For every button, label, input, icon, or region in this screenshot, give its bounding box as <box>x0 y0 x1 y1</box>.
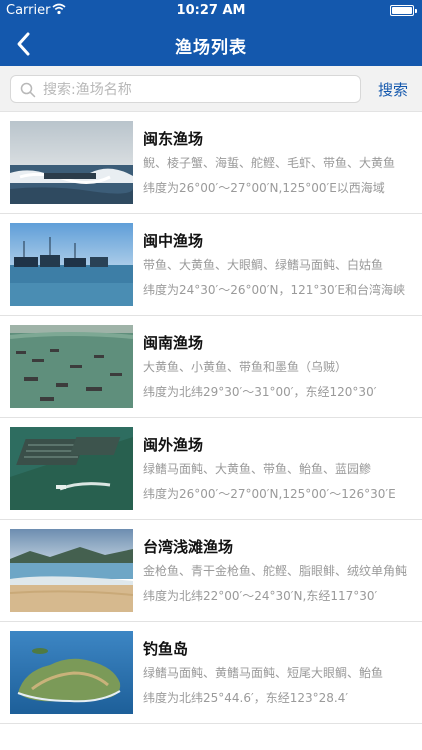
status-bar: Carrier 10:27 AM <box>0 0 422 22</box>
search-button[interactable]: 搜索 <box>370 79 416 100</box>
fishery-thumbnail <box>10 427 133 510</box>
search-bar: 搜索 <box>0 66 422 112</box>
fishery-species: 带鱼、大黄鱼、大眼鲷、绿鳍马面鲀、白姑鱼 <box>143 258 384 272</box>
fishery-thumbnail <box>10 325 133 408</box>
fishery-name: 闽南渔场 <box>143 334 204 352</box>
fishery-thumbnail <box>10 631 133 714</box>
fishery-range: 纬度为北纬22°00′～24°30′N,东经117°30′ <box>143 589 378 603</box>
search-box[interactable] <box>10 75 361 103</box>
fishery-name: 闽中渔场 <box>143 232 204 250</box>
fishery-range: 纬度为北纬29°30′～31°00′，东经120°30′ <box>143 385 377 399</box>
header: Carrier 10:27 AM 渔场列表 <box>0 0 422 66</box>
list-item[interactable]: 闽外渔场 绿鳍马面鲀、大黄鱼、带鱼、鲐鱼、蓝园鲹 纬度为26°00′～27°00… <box>0 418 422 520</box>
battery-icon <box>390 5 417 16</box>
fishery-range: 纬度为26°00′～27°00′N,125°00′E以西海域 <box>143 181 385 195</box>
fishery-range: 纬度为24°30′～26°00′N，121°30′E和台湾海峡 <box>143 283 405 297</box>
search-icon <box>20 82 36 98</box>
clock: 10:27 AM <box>176 3 246 18</box>
fishery-name: 钓鱼岛 <box>143 640 189 658</box>
fishery-thumbnail <box>10 223 133 306</box>
list-item[interactable]: 闽东渔场 鲵、棱子蟹、海蜇、舵鲣、毛虾、带鱼、大黄鱼 纬度为26°00′～27°… <box>0 112 422 214</box>
search-input[interactable] <box>43 79 353 101</box>
fishery-name: 闽东渔场 <box>143 130 204 148</box>
fishery-species: 绿鳍马面鲀、大黄鱼、带鱼、鲐鱼、蓝园鲹 <box>143 462 372 476</box>
list-item[interactable]: 钓鱼岛 绿鳍马面鲀、黄鳍马面鲀、短尾大眼鲷、鲐鱼 纬度为北纬25°44.6′，东… <box>0 622 422 724</box>
page-title: 渔场列表 <box>175 38 247 58</box>
fishery-name: 台湾浅滩渔场 <box>143 538 234 556</box>
list-item[interactable]: 闽中渔场 带鱼、大黄鱼、大眼鲷、绿鳍马面鲀、白姑鱼 纬度为24°30′～26°0… <box>0 214 422 316</box>
list-item[interactable]: 台湾浅滩渔场 金枪鱼、青干金枪鱼、舵鲣、脂眼鲱、绒纹单角鲀 纬度为北纬22°00… <box>0 520 422 622</box>
list-item[interactable]: 闽南渔场 大黄鱼、小黄鱼、带鱼和墨鱼（乌贼） 纬度为北纬29°30′～31°00… <box>0 316 422 418</box>
fishery-species: 金枪鱼、青干金枪鱼、舵鲣、脂眼鲱、绒纹单角鲀 <box>143 564 408 578</box>
fishery-range: 纬度为北纬25°44.6′，东经123°28.4′ <box>143 691 349 705</box>
fishery-range: 纬度为26°00′～27°00′N,125°00′～126°30′E <box>143 487 396 501</box>
fishery-species: 绿鳍马面鲀、黄鳍马面鲀、短尾大眼鲷、鲐鱼 <box>143 666 384 680</box>
fishery-name: 闽外渔场 <box>143 436 204 454</box>
fishery-species: 鲵、棱子蟹、海蜇、舵鲣、毛虾、带鱼、大黄鱼 <box>143 156 396 170</box>
fishery-thumbnail <box>10 121 133 204</box>
fishery-thumbnail <box>10 529 133 612</box>
fishery-list: 闽东渔场 鲵、棱子蟹、海蜇、舵鲣、毛虾、带鱼、大黄鱼 纬度为26°00′～27°… <box>0 112 422 724</box>
fishery-species: 大黄鱼、小黄鱼、带鱼和墨鱼（乌贼） <box>143 360 348 374</box>
nav-bar: 渔场列表 <box>0 22 422 66</box>
